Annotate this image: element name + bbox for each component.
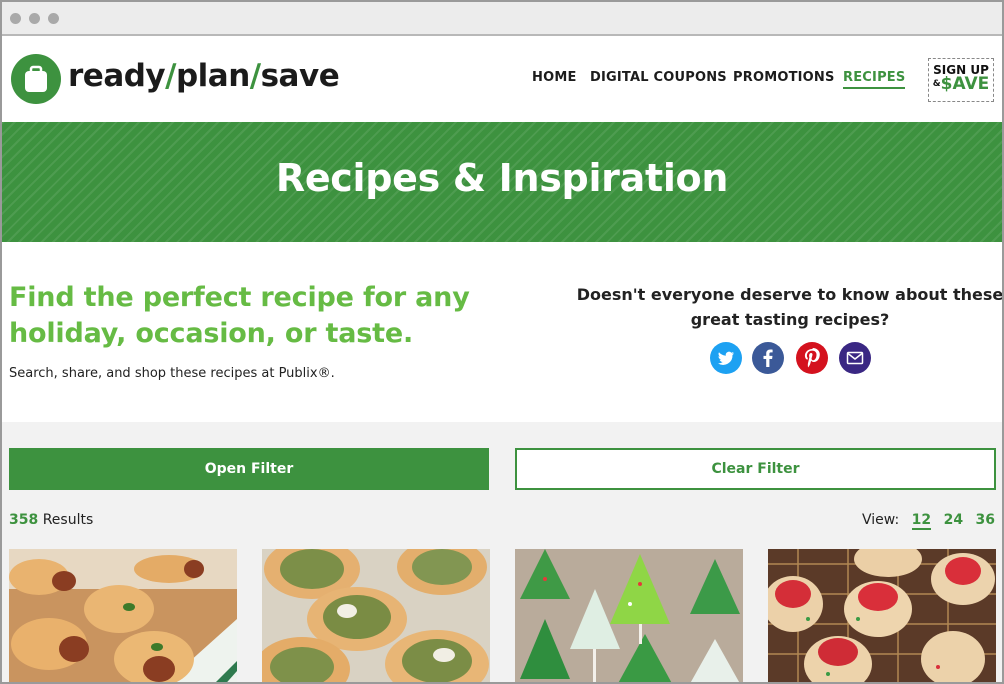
intro-headline: Find the perfect recipe for any holiday,… <box>9 282 470 349</box>
nav-promotions[interactable]: PROMOTIONS <box>733 70 835 85</box>
shopping-bag-icon[interactable] <box>11 54 61 104</box>
recipe-card-spinach-cups[interactable] <box>262 549 490 682</box>
results-section: Open Filter Clear Filter 358 Results Vie… <box>2 422 1002 682</box>
results-label: Results <box>42 512 94 528</box>
window-titlebar <box>2 2 1002 36</box>
save-label: &$AVE <box>932 74 990 94</box>
page-title: Recipes & Inspiration <box>275 156 729 200</box>
recipe-card-pigs-in-a-blanket[interactable] <box>9 549 237 682</box>
results-number: 358 <box>9 512 39 528</box>
clear-filter-button[interactable]: Clear Filter <box>515 448 996 490</box>
intro-subtext: Search, share, and shop these recipes at… <box>9 366 335 381</box>
logo-word-plan: plan <box>175 58 250 94</box>
hero-banner: Recipes & Inspiration <box>2 122 1002 242</box>
email-icon[interactable] <box>839 342 871 374</box>
logo-word-save: save <box>260 58 340 94</box>
logo-word-ready: ready <box>68 58 166 94</box>
view-label: View: <box>862 512 900 528</box>
window-zoom-dot[interactable] <box>48 13 59 24</box>
spinach-cups-photo <box>262 549 490 682</box>
site-header: ready/plan/save HOME DIGITAL COUPONS PRO… <box>2 36 1002 122</box>
nav-digital-coupons[interactable]: DIGITAL COUPONS <box>590 70 727 85</box>
nav-home[interactable]: HOME <box>532 70 577 85</box>
christmas-tree-cookies-photo <box>515 549 743 682</box>
twitter-icon[interactable] <box>710 342 742 374</box>
nav-recipes[interactable]: RECIPES <box>843 70 906 89</box>
view-option-24[interactable]: 24 <box>944 512 963 528</box>
site-logo[interactable]: ready/plan/save <box>68 58 340 94</box>
logo-slash: / <box>165 58 176 94</box>
open-filter-button[interactable]: Open Filter <box>9 448 489 490</box>
intro-section: Find the perfect recipe for any holiday,… <box>2 242 1002 422</box>
share-question: Doesn't everyone deserve to know about t… <box>576 285 1004 329</box>
sign-up-save-button[interactable]: SIGN UP &$AVE <box>928 58 994 102</box>
logo-slash: / <box>249 58 261 94</box>
pinterest-icon[interactable] <box>796 342 828 374</box>
facebook-icon[interactable] <box>752 342 784 374</box>
view-count-selector: View: 12 24 36 <box>862 512 995 530</box>
window-minimize-dot[interactable] <box>29 13 40 24</box>
pigs-in-a-blanket-photo <box>9 549 237 682</box>
results-count: 358 Results <box>9 512 93 528</box>
view-option-36[interactable]: 36 <box>976 512 995 528</box>
window-close-dot[interactable] <box>10 13 21 24</box>
browser-window: ready/plan/save HOME DIGITAL COUPONS PRO… <box>0 0 1004 684</box>
recipe-card-christmas-tree-cookies[interactable] <box>515 549 743 682</box>
view-option-12[interactable]: 12 <box>911 512 932 530</box>
recipe-card-sprinkle-cookie-cups[interactable] <box>768 549 996 682</box>
sprinkle-cookie-cups-photo <box>768 549 996 682</box>
